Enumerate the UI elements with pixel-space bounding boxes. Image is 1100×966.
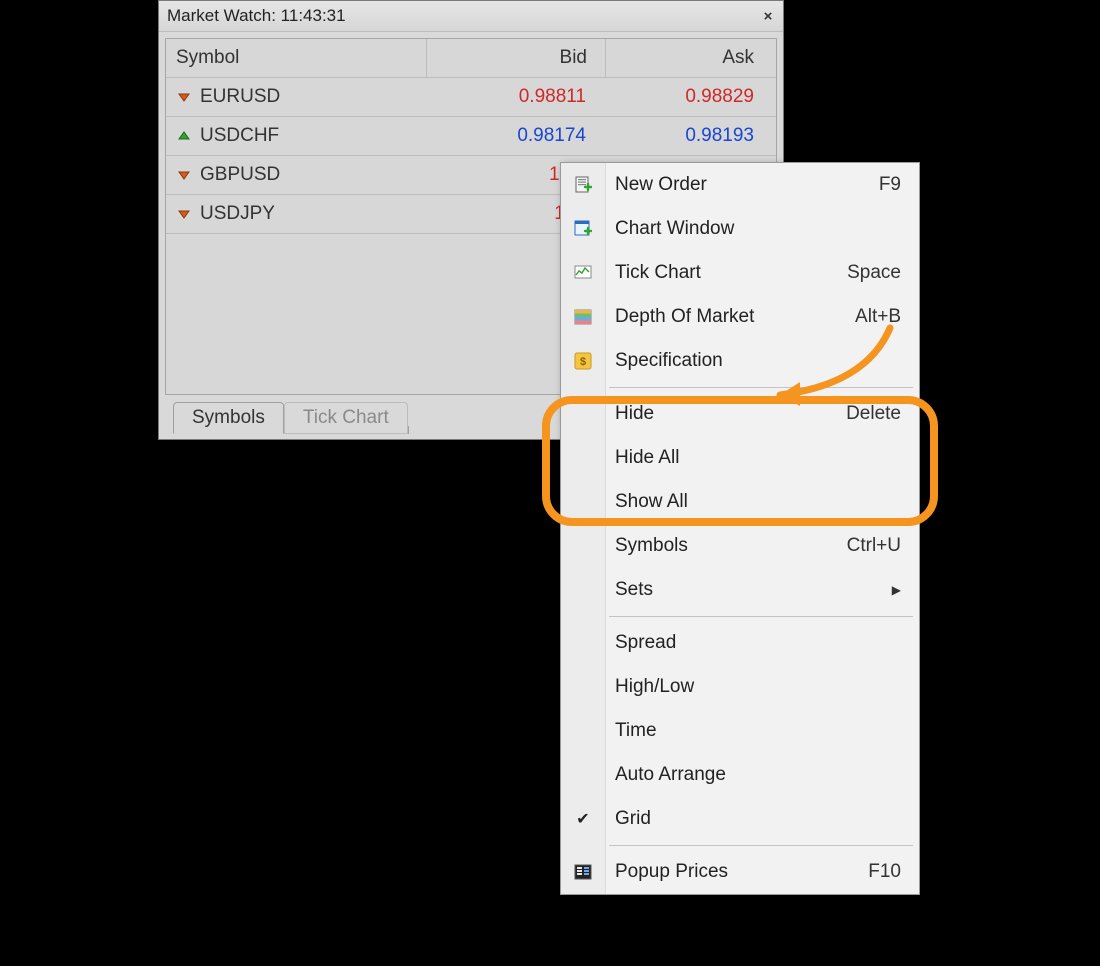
menu-label: Chart Window — [605, 218, 901, 240]
menu-label: Spread — [605, 632, 901, 654]
grid-header: Symbol Bid Ask — [166, 39, 776, 78]
blank-icon — [561, 709, 605, 753]
menu-chart-window[interactable]: Chart Window — [561, 207, 919, 251]
menu-time[interactable]: Time — [561, 709, 919, 753]
arrow-down-icon — [176, 89, 192, 105]
ask-price: 0.98829 — [604, 86, 776, 108]
blank-icon — [561, 621, 605, 665]
menu-label: Sets — [605, 579, 892, 601]
submenu-arrow-icon: ▶ — [892, 583, 901, 597]
blank-icon — [561, 753, 605, 797]
menu-separator — [561, 841, 919, 850]
col-bid[interactable]: Bid — [427, 39, 606, 77]
menu-hide[interactable]: Hide Delete — [561, 392, 919, 436]
menu-depth-of-market[interactable]: Depth Of Market Alt+B — [561, 295, 919, 339]
menu-spread[interactable]: Spread — [561, 621, 919, 665]
menu-shortcut: Alt+B — [855, 306, 901, 328]
blank-icon — [561, 392, 605, 436]
bid-price: 0.98811 — [426, 86, 604, 108]
tick-chart-icon — [561, 251, 605, 295]
menu-label: New Order — [605, 174, 879, 196]
menu-label: Popup Prices — [605, 861, 868, 883]
new-order-icon — [561, 163, 605, 207]
window-title: Market Watch: 11:43:31 — [167, 6, 346, 26]
specification-icon: $ — [561, 339, 605, 383]
blank-icon — [561, 665, 605, 709]
symbol-name: USDJPY — [200, 203, 275, 225]
menu-label: Tick Chart — [605, 262, 847, 284]
depth-of-market-icon — [561, 295, 605, 339]
menu-label: Hide All — [605, 447, 901, 469]
col-symbol[interactable]: Symbol — [166, 39, 427, 77]
menu-label: Time — [605, 720, 901, 742]
blank-icon — [561, 436, 605, 480]
menu-tick-chart[interactable]: Tick Chart Space — [561, 251, 919, 295]
menu-label: Auto Arrange — [605, 764, 901, 786]
menu-label: Specification — [605, 350, 901, 372]
menu-popup-prices[interactable]: Popup Prices F10 — [561, 850, 919, 894]
menu-label: Depth Of Market — [605, 306, 855, 328]
tab-divider — [408, 426, 410, 434]
arrow-down-icon — [176, 167, 192, 183]
menu-label: Grid — [605, 808, 901, 830]
chart-window-icon — [561, 207, 605, 251]
svg-text:$: $ — [580, 356, 586, 368]
menu-grid[interactable]: ✔ Grid — [561, 797, 919, 841]
menu-shortcut: F10 — [868, 861, 901, 883]
arrow-up-icon — [176, 128, 192, 144]
menu-hide-all[interactable]: Hide All — [561, 436, 919, 480]
menu-symbols[interactable]: Symbols Ctrl+U — [561, 524, 919, 568]
tab-tick-chart[interactable]: Tick Chart — [284, 402, 408, 434]
check-icon: ✔ — [561, 797, 605, 841]
menu-specification[interactable]: $ Specification — [561, 339, 919, 383]
menu-show-all[interactable]: Show All — [561, 480, 919, 524]
bid-price: 0.98174 — [426, 125, 604, 147]
menu-shortcut: F9 — [879, 174, 901, 196]
tab-symbols[interactable]: Symbols — [173, 402, 284, 434]
table-row[interactable]: USDCHF 0.98174 0.98193 — [166, 117, 776, 156]
symbol-name: GBPUSD — [200, 164, 280, 186]
menu-high-low[interactable]: High/Low — [561, 665, 919, 709]
menu-shortcut: Space — [847, 262, 901, 284]
menu-label: Symbols — [605, 535, 847, 557]
blank-icon — [561, 480, 605, 524]
menu-shortcut: Ctrl+U — [847, 535, 901, 557]
menu-auto-arrange[interactable]: Auto Arrange — [561, 753, 919, 797]
context-menu: New Order F9 Chart Window Tick Chart Spa… — [560, 162, 920, 895]
blank-icon — [561, 568, 605, 612]
ask-price: 0.98193 — [604, 125, 776, 147]
blank-icon — [561, 524, 605, 568]
menu-label: Hide — [605, 403, 846, 425]
table-row[interactable]: EURUSD 0.98811 0.98829 — [166, 78, 776, 117]
arrow-down-icon — [176, 206, 192, 222]
symbol-name: EURUSD — [200, 86, 280, 108]
popup-prices-icon — [561, 850, 605, 894]
menu-sets[interactable]: Sets ▶ — [561, 568, 919, 612]
col-ask[interactable]: Ask — [606, 39, 776, 77]
menu-shortcut: Delete — [846, 403, 901, 425]
menu-label: Show All — [605, 491, 901, 513]
menu-label: High/Low — [605, 676, 901, 698]
titlebar[interactable]: Market Watch: 11:43:31 × — [159, 1, 783, 32]
symbol-name: USDCHF — [200, 125, 279, 147]
menu-new-order[interactable]: New Order F9 — [561, 163, 919, 207]
menu-separator — [561, 612, 919, 621]
menu-separator — [561, 383, 919, 392]
close-icon[interactable]: × — [759, 8, 777, 25]
